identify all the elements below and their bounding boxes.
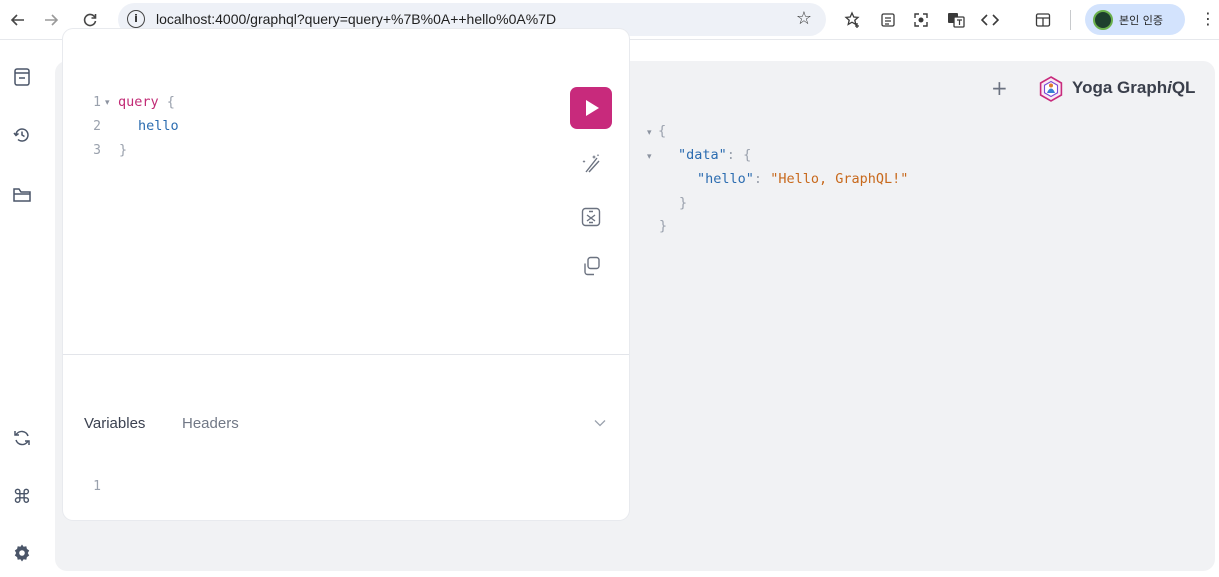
query-keyword: query [118,94,159,110]
query-line-1[interactable]: query { [118,94,175,110]
refetch-schema-icon[interactable] [10,426,34,450]
settings-gear-icon[interactable] [10,541,34,565]
tab-headers[interactable]: Headers [182,415,239,432]
back-arrow-icon[interactable] [4,6,32,34]
lens-icon[interactable] [910,9,932,31]
tab-variables[interactable]: Variables [84,415,145,432]
fold-toggle-icon[interactable]: ▾ [105,98,110,108]
colon: : [753,171,763,187]
fold-toggle-icon[interactable]: ▾ [647,128,652,138]
play-icon [586,100,599,116]
prettify-icon[interactable] [578,150,604,176]
data-close-brace: } [679,195,688,211]
line-number: 2 [93,119,101,134]
docs-explorer-icon[interactable] [10,65,34,89]
result-hello-value: "Hello, GraphQL!" [770,171,909,187]
shortcuts-icon[interactable]: ⌘ [10,485,34,509]
profile-button[interactable]: 본인 인증 [1085,4,1185,35]
code-icon[interactable] [979,9,1001,31]
result-data-line: "data": { [678,147,751,163]
more-menu-icon[interactable]: ⋮ [1200,9,1216,28]
merge-fragments-icon[interactable] [578,204,604,230]
editor-divider [63,354,629,355]
app-title: Yoga GraphiQL [1072,78,1195,98]
result-close-brace: } [659,218,668,234]
query-field-hello[interactable]: hello [138,118,179,134]
reading-list-icon[interactable] [877,9,899,31]
translate-icon[interactable] [945,9,967,31]
site-info-icon[interactable]: i [127,10,145,28]
result-data-key: "data" [678,147,727,163]
open-brace: { [166,94,175,110]
data-open-brace: { [743,147,752,163]
result-open-brace: { [658,123,667,139]
url-text[interactable]: localhost:4000/graphql?query=query+%7B%0… [156,11,556,27]
close-brace[interactable]: } [119,142,127,158]
add-tab-button[interactable]: + [991,76,1008,100]
avatar [1093,9,1113,30]
execute-query-button[interactable] [570,87,612,129]
yoga-logo-icon [1039,76,1063,102]
result-hello-line: "hello": "Hello, GraphQL!" [697,171,908,187]
copy-query-icon[interactable] [578,253,604,279]
line-number: 1 [93,479,101,494]
line-number: 3 [93,143,101,158]
line-number: 1 [93,95,101,110]
chevron-down-icon[interactable] [594,416,606,430]
colon: : [726,147,735,163]
favorites-icon[interactable] [842,9,864,31]
app-title-prefix: Yoga Graph [1072,78,1168,97]
profile-label: 본인 인증 [1119,13,1163,27]
folder-icon[interactable] [10,183,34,207]
side-panel-icon[interactable] [1032,9,1054,31]
forward-arrow-icon[interactable] [37,6,65,34]
result-hello-key: "hello" [697,171,754,187]
app-title-suffix: QL [1171,78,1196,97]
toolbar-separator [1070,10,1071,30]
history-icon[interactable] [10,123,34,147]
bookmark-star-icon[interactable]: ☆ [796,8,812,29]
fold-toggle-icon[interactable]: ▾ [647,152,652,162]
